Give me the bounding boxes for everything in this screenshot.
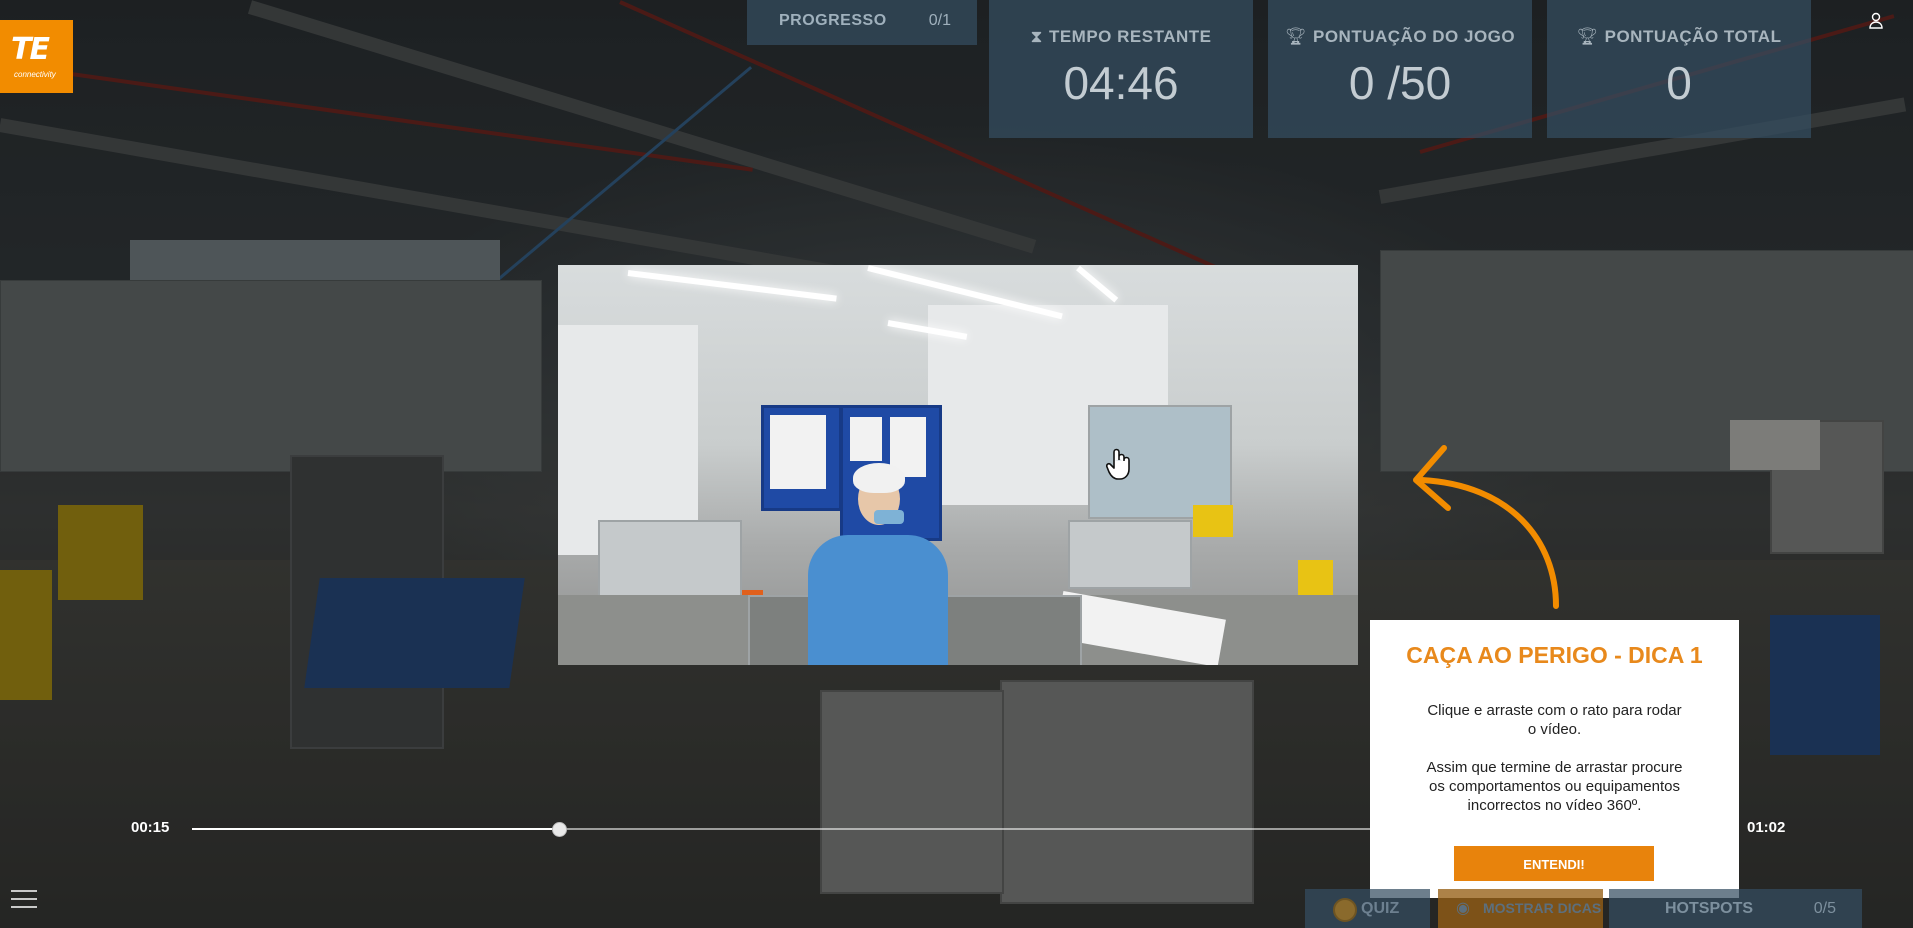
total-score-label: PONTUAÇÃO TOTAL (1604, 27, 1782, 46)
total-score-panel: 🏆︎ PONTUAÇÃO TOTAL 0 (1547, 0, 1811, 138)
progress-panel: PROGRESSO 0/1 (747, 0, 977, 45)
quiz-icon (1333, 898, 1357, 922)
show-hints-label: MOSTRAR DICAS (1483, 900, 1602, 916)
time-remaining-label: TEMPO RESTANTE (1048, 27, 1212, 46)
hint-dialog: CAÇA AO PERIGO - DICA 1 Clique e arraste… (1370, 620, 1739, 898)
te-connectivity-logo: TE connectivity (0, 20, 73, 93)
total-score-value: 0 (1666, 57, 1692, 109)
trophy-icon: 🏆︎ (1284, 27, 1307, 46)
quiz-label: QUIZ (1361, 900, 1400, 917)
video-duration: 01:02 (1747, 819, 1786, 836)
hotspots-panel[interactable]: HOTSPOTS 0/5 (1609, 889, 1862, 928)
eye-icon: ◉ (1456, 900, 1470, 917)
hotspots-value: 0/5 (1813, 900, 1836, 917)
progress-label: PROGRESSO (779, 12, 887, 29)
hint-body: Clique e arraste com o rato para rodar o… (1426, 702, 1683, 814)
progress-value: 0/1 (928, 12, 951, 29)
video-progress-fill (192, 828, 560, 830)
hint-title: CAÇA AO PERIGO - DICA 1 (1406, 642, 1703, 668)
hand-cursor-icon (1106, 448, 1130, 480)
current-time: 00:15 (131, 819, 170, 836)
hotspots-label: HOTSPOTS (1665, 900, 1754, 917)
user-icon[interactable] (1868, 12, 1884, 30)
time-remaining-value: 04:46 (1063, 57, 1179, 109)
curved-arrow-icon (1413, 445, 1559, 609)
hourglass-icon: ⧗ (1030, 27, 1043, 46)
game-stage[interactable]: TE connectivity PROGRESSO 0/1 ⧗ TEMPO RES… (0, 0, 1913, 928)
understood-button[interactable]: ENTENDI! (1454, 846, 1654, 881)
time-remaining-panel: ⧗ TEMPO RESTANTE 04:46 (989, 0, 1253, 138)
quiz-button[interactable]: QUIZ (1305, 889, 1430, 928)
show-hints-button[interactable]: ◉ MOSTRAR DICAS (1438, 889, 1603, 928)
game-score-label: PONTUAÇÃO DO JOGO (1312, 27, 1516, 46)
game-score-panel: 🏆︎ PONTUAÇÃO DO JOGO 0 /50 (1268, 0, 1532, 138)
trophy-icon: 🏆︎ (1576, 27, 1599, 46)
hamburger-menu-icon[interactable] (10, 888, 38, 910)
game-score-value: 0 /50 (1348, 57, 1452, 109)
video-viewport[interactable] (558, 265, 1358, 665)
